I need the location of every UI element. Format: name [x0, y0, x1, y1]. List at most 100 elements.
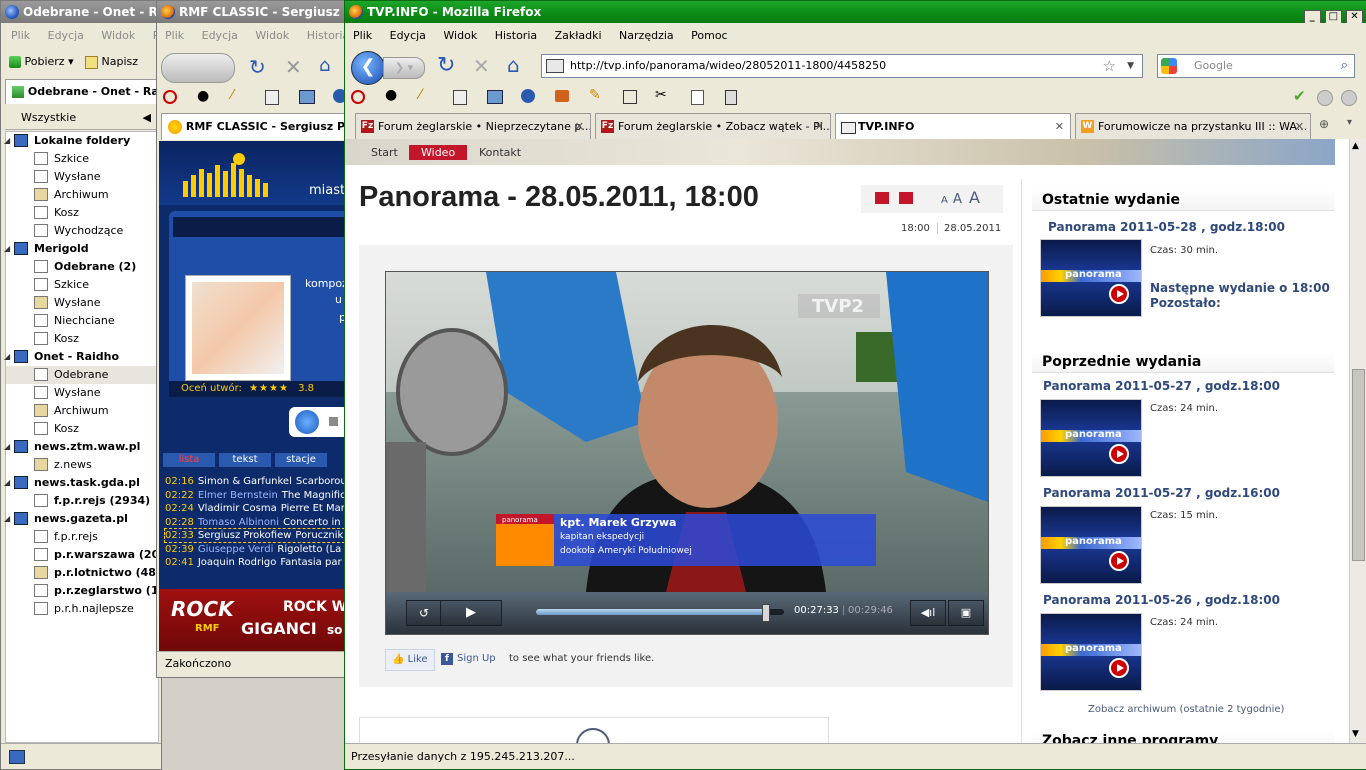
rmf-banner[interactable]: ROCK RMF ROCK W GIGANCI so	[159, 589, 349, 651]
site-identity-icon[interactable]	[546, 59, 564, 73]
tab-close-icon[interactable]: ✕	[1295, 114, 1304, 139]
episode-title[interactable]: Panorama 2011-05-27 , godz.16:00	[1043, 486, 1280, 500]
expand-twisty-icon[interactable]: ◢	[4, 132, 10, 150]
search-go-icon[interactable]: ⌕	[1341, 55, 1348, 77]
scroll-thumb[interactable]	[1352, 369, 1365, 561]
folder-item[interactable]: Kosz	[6, 330, 158, 348]
like-button[interactable]: 👍 Like	[385, 649, 435, 671]
check-icon[interactable]: ✔	[1293, 87, 1306, 105]
playlist-item[interactable]: 02:39 Giuseppe Verdi Rigoletto (La	[165, 543, 349, 556]
folder-item[interactable]: p.r.lotnictwo (48)	[6, 564, 161, 582]
folder-item[interactable]: ◢ Lokalne foldery	[4, 132, 158, 150]
folder-item[interactable]: Wychodzące	[6, 222, 158, 240]
rmf-menu-widok[interactable]: Widok	[255, 29, 289, 42]
form-icon[interactable]	[453, 90, 467, 105]
tab-close-icon[interactable]: ✕	[815, 114, 824, 139]
expand-twisty-icon[interactable]: ◢	[4, 240, 10, 258]
page-scrollbar[interactable]: ▲ ▼	[1349, 139, 1366, 743]
playlist-item[interactable]: 02:33 Sergiusz Prokofiew Porucznik	[164, 528, 349, 543]
font-large-button[interactable]: A	[969, 188, 980, 207]
rating-stars[interactable]: ★★★★	[249, 383, 289, 394]
seek-bar[interactable]	[536, 604, 784, 622]
misc-icon[interactable]	[555, 90, 569, 102]
folder-item[interactable]: Odebrane	[6, 366, 158, 384]
view-selector[interactable]: Wszystkie	[21, 111, 76, 124]
rmf-menu-historia[interactable]: Historia	[307, 29, 349, 42]
scroll-up-icon[interactable]: ▲	[1352, 141, 1359, 151]
rmf-tab[interactable]: RMF CLASSIC - Sergiusz Pro	[161, 113, 349, 140]
folder-item[interactable]: p.r.h.najlepsze	[6, 600, 158, 618]
nav-wideo[interactable]: Wideo	[409, 145, 468, 160]
archive-link[interactable]: Zobacz archiwum (ostatnie 2 tygodnie)	[1088, 704, 1284, 715]
rmf-titlebar[interactable]: RMF CLASSIC - Sergiusz Prok	[157, 1, 349, 23]
playlist-item[interactable]: 02:28 Tomaso Albinoni Concerto in	[165, 516, 349, 529]
font-medium-button[interactable]: A	[953, 192, 962, 207]
menu-plik[interactable]: Plik	[353, 29, 372, 42]
expand-twisty-icon[interactable]: ◢	[4, 510, 10, 528]
latest-title[interactable]: Panorama 2011-05-28 , godz.18:00	[1048, 220, 1285, 234]
stop-icon[interactable]: ✕	[473, 54, 490, 78]
reload-icon[interactable]: ↻	[437, 53, 455, 78]
home-icon[interactable]: ⌂	[319, 55, 330, 76]
menu-narzedzia[interactable]: Narzędzia	[619, 29, 674, 42]
tab-forum-1[interactable]: Fz Forum żeglarskie • Nieprzeczytane p..…	[355, 113, 591, 139]
menu-edycja[interactable]: Edycja	[390, 29, 426, 42]
rmf-menu-edycja[interactable]: Edycja	[202, 29, 238, 42]
resize-icon[interactable]	[623, 90, 637, 104]
forward-button[interactable]: ❯ ▾	[383, 57, 425, 79]
tools-icon[interactable]: ✂	[655, 87, 667, 103]
rmf-menu-plik[interactable]: Plik	[165, 29, 184, 42]
video-player[interactable]: TVP2 panorama kpt. Marek Grzywa kapitan …	[385, 271, 989, 635]
folder-item[interactable]: Kosz	[6, 420, 158, 438]
rmf-stop-button[interactable]	[329, 417, 338, 426]
menu-pomoc[interactable]: Pomoc	[691, 29, 727, 42]
back-forward-button[interactable]	[161, 53, 235, 83]
user-icon[interactable]: ●	[385, 87, 397, 103]
folder-item[interactable]: ◢ news.gazeta.pl	[4, 510, 158, 528]
print-icon[interactable]	[899, 192, 913, 204]
tab-close-icon[interactable]: ✕	[1055, 114, 1064, 139]
url-bar[interactable]: http://tvp.info/panorama/wideo/28052011-…	[541, 54, 1143, 78]
playlist-item[interactable]: 02:16 Simon & Garfunkel Scarborou	[165, 475, 349, 488]
folder-item[interactable]: Wysłane	[6, 294, 158, 312]
nav-start[interactable]: Start	[371, 146, 398, 159]
new-tab-button[interactable]: ⊕	[1319, 117, 1329, 131]
email-icon[interactable]	[875, 192, 889, 204]
minimize-button[interactable]: _	[1303, 10, 1321, 23]
tab-forum-2[interactable]: Fz Forum żeglarskie • Zobacz wątek - Pl.…	[595, 113, 831, 139]
url-dropdown-icon[interactable]: ▼	[1127, 55, 1134, 77]
status-circle-icon[interactable]	[1317, 90, 1333, 106]
playlist-item[interactable]: 02:22 Elmer Bernstein The Magnific	[165, 489, 349, 502]
folder-item[interactable]: ◢ news.ztm.waw.pl	[4, 438, 158, 456]
folder-item[interactable]: p.r.warszawa (208)	[6, 546, 161, 564]
maximize-button[interactable]: □	[1324, 10, 1342, 23]
thunderbird-tab[interactable]: Odebrane - Onet - Raidho	[5, 79, 161, 104]
thunderbird-titlebar[interactable]: Odebrane - Onet - Raidho	[1, 1, 161, 23]
rmf-tab-tekst[interactable]: tekst	[219, 453, 271, 467]
folder-item[interactable]: ◢ Onet - Raidho	[4, 348, 158, 366]
tab-tvp-info[interactable]: TVP.INFO ✕	[835, 113, 1071, 139]
folder-item[interactable]: f.p.r.rejs (2934)	[6, 492, 158, 510]
plugin-icon[interactable]	[725, 90, 737, 105]
tb-menu-edycja[interactable]: Edycja	[48, 29, 84, 42]
adblock-icon[interactable]	[351, 90, 365, 104]
latest-thumbnail[interactable]: panorama	[1040, 239, 1142, 317]
info-icon[interactable]	[521, 89, 535, 103]
wand-icon[interactable]: ⁄	[231, 88, 233, 103]
menu-zakladki[interactable]: Zakładki	[555, 29, 602, 42]
home-icon[interactable]: ⌂	[507, 53, 520, 77]
folder-item[interactable]: ◢ Merigold	[4, 240, 158, 258]
reload-icon[interactable]: ↻	[249, 55, 266, 79]
episode-title[interactable]: Panorama 2011-05-27 , godz.18:00	[1043, 379, 1280, 393]
nav-kontakt[interactable]: Kontakt	[479, 146, 521, 159]
tab-forumowicze[interactable]: W Forumowicze na przystanku III :: WA...…	[1075, 113, 1311, 139]
pane-arrow-icon[interactable]: ◀	[143, 107, 151, 129]
folder-item[interactable]: Archiwum	[6, 186, 158, 204]
user-icon[interactable]: ●	[197, 88, 209, 104]
close-button[interactable]: ✕	[1346, 10, 1363, 23]
back-button[interactable]: ❮	[351, 51, 385, 85]
folder-item[interactable]: Niechciane	[6, 312, 158, 330]
wand-icon[interactable]: ⁄	[419, 87, 421, 103]
font-small-button[interactable]: A	[941, 195, 948, 206]
search-box[interactable]: Google ⌕	[1157, 54, 1355, 78]
